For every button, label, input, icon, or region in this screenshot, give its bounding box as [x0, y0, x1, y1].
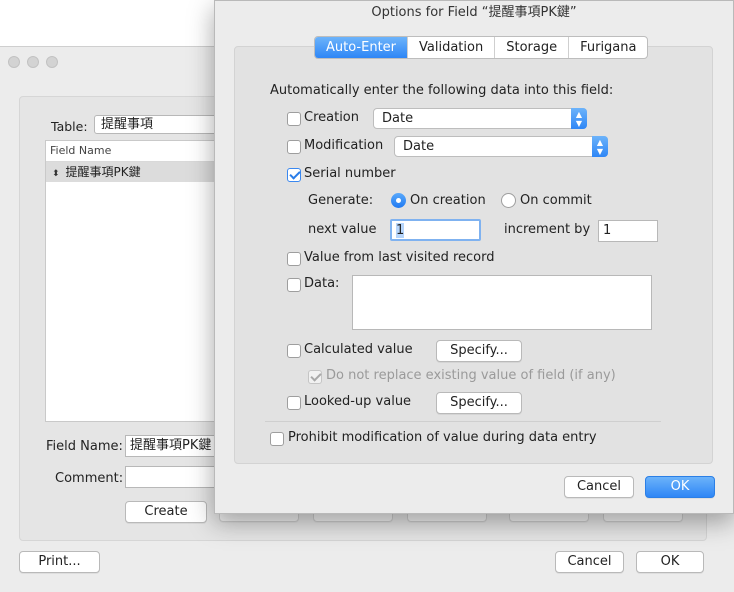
field-row-name: 提醒事項PK鍵 — [65, 165, 141, 179]
tab-furigana[interactable]: Furigana — [568, 37, 647, 58]
creation-label: Creation — [304, 110, 360, 125]
select-arrows-icon: ▲ ▼ — [592, 136, 608, 157]
create-button[interactable]: Create — [125, 501, 207, 523]
looked-up-value-checkbox[interactable] — [287, 396, 301, 410]
table-select[interactable]: 提醒事項 — [94, 115, 224, 134]
generate-label: Generate: — [308, 193, 374, 208]
prohibit-modification-label: Prohibit modification of value during da… — [288, 430, 597, 445]
intro-text: Automatically enter the following data i… — [270, 83, 614, 98]
dialog-title: Options for Field “提醒事項PK鍵” — [371, 5, 577, 20]
tab-storage[interactable]: Storage — [494, 37, 568, 58]
select-arrows-icon: ▲ ▼ — [571, 108, 587, 129]
sort-arrows-icon[interactable]: ⬍ — [52, 169, 60, 179]
prohibit-modification-checkbox[interactable] — [270, 432, 284, 446]
serial-number-checkbox[interactable] — [287, 168, 301, 182]
next-value-text: 1 — [396, 223, 405, 238]
increment-by-value: 1 — [603, 223, 612, 238]
data-textarea[interactable] — [352, 275, 652, 330]
next-value-label: next value — [308, 222, 377, 237]
calculated-specify-button[interactable]: Specify... — [436, 340, 522, 362]
modification-label: Modification — [304, 138, 384, 153]
close-window-icon[interactable] — [8, 56, 20, 68]
modification-select-value: Date — [403, 139, 435, 154]
do-not-replace-label: Do not replace existing value of field (… — [326, 368, 616, 383]
table-row[interactable]: ⬍ 提醒事項PK鍵 — [46, 162, 214, 182]
zoom-window-icon[interactable] — [46, 56, 58, 68]
on-commit-label: On commit — [520, 193, 592, 208]
modification-select[interactable]: Date ▲ ▼ — [394, 136, 608, 157]
field-name-input[interactable]: 提醒事項PK鍵 — [125, 435, 225, 457]
field-name-label: Field Name: — [46, 439, 123, 454]
field-options-dialog: Options for Field “提醒事項PK鍵” Auto-Enter V… — [214, 0, 734, 514]
print-button[interactable]: Print... — [19, 551, 100, 573]
minimize-window-icon[interactable] — [27, 56, 39, 68]
field-name-value: 提醒事項PK鍵 — [130, 438, 212, 453]
do-not-replace-checkbox[interactable] — [308, 370, 322, 384]
table-label: Table: — [51, 119, 88, 134]
creation-select[interactable]: Date ▲ ▼ — [373, 108, 587, 129]
tab-auto-enter[interactable]: Auto-Enter — [315, 37, 408, 58]
field-list[interactable]: Field Name ⬍ 提醒事項PK鍵 — [45, 140, 215, 422]
next-value-input[interactable]: 1 — [390, 219, 481, 241]
on-creation-label: On creation — [410, 193, 486, 208]
bg-cancel-button[interactable]: Cancel — [555, 551, 624, 573]
last-visited-checkbox[interactable] — [287, 252, 301, 266]
increment-by-input[interactable]: 1 — [598, 220, 658, 242]
calculated-value-checkbox[interactable] — [287, 344, 301, 358]
table-select-value: 提醒事項 — [101, 117, 154, 132]
divider — [265, 421, 661, 422]
serial-number-label: Serial number — [304, 166, 396, 181]
comment-input[interactable] — [125, 466, 225, 488]
looked-up-value-label: Looked-up value — [304, 394, 412, 409]
tab-bar: Auto-Enter Validation Storage Furigana — [314, 36, 649, 59]
data-label: Data: — [304, 276, 340, 291]
bg-ok-button[interactable]: OK — [636, 551, 704, 573]
data-checkbox[interactable] — [287, 278, 301, 292]
on-creation-radio[interactable] — [391, 193, 406, 208]
modification-checkbox[interactable] — [287, 140, 301, 154]
ok-button[interactable]: OK — [645, 476, 715, 498]
creation-checkbox[interactable] — [287, 112, 301, 126]
list-header-field-name[interactable]: Field Name — [46, 141, 214, 162]
on-commit-radio[interactable] — [501, 193, 516, 208]
comment-label: Comment: — [55, 471, 124, 486]
cancel-button[interactable]: Cancel — [564, 476, 634, 498]
last-visited-label: Value from last visited record — [304, 250, 495, 265]
increment-by-label: increment by — [504, 222, 591, 237]
calculated-value-label: Calculated value — [304, 342, 413, 357]
creation-select-value: Date — [382, 111, 414, 126]
tab-validation[interactable]: Validation — [407, 37, 494, 58]
looked-up-specify-button[interactable]: Specify... — [436, 392, 522, 414]
